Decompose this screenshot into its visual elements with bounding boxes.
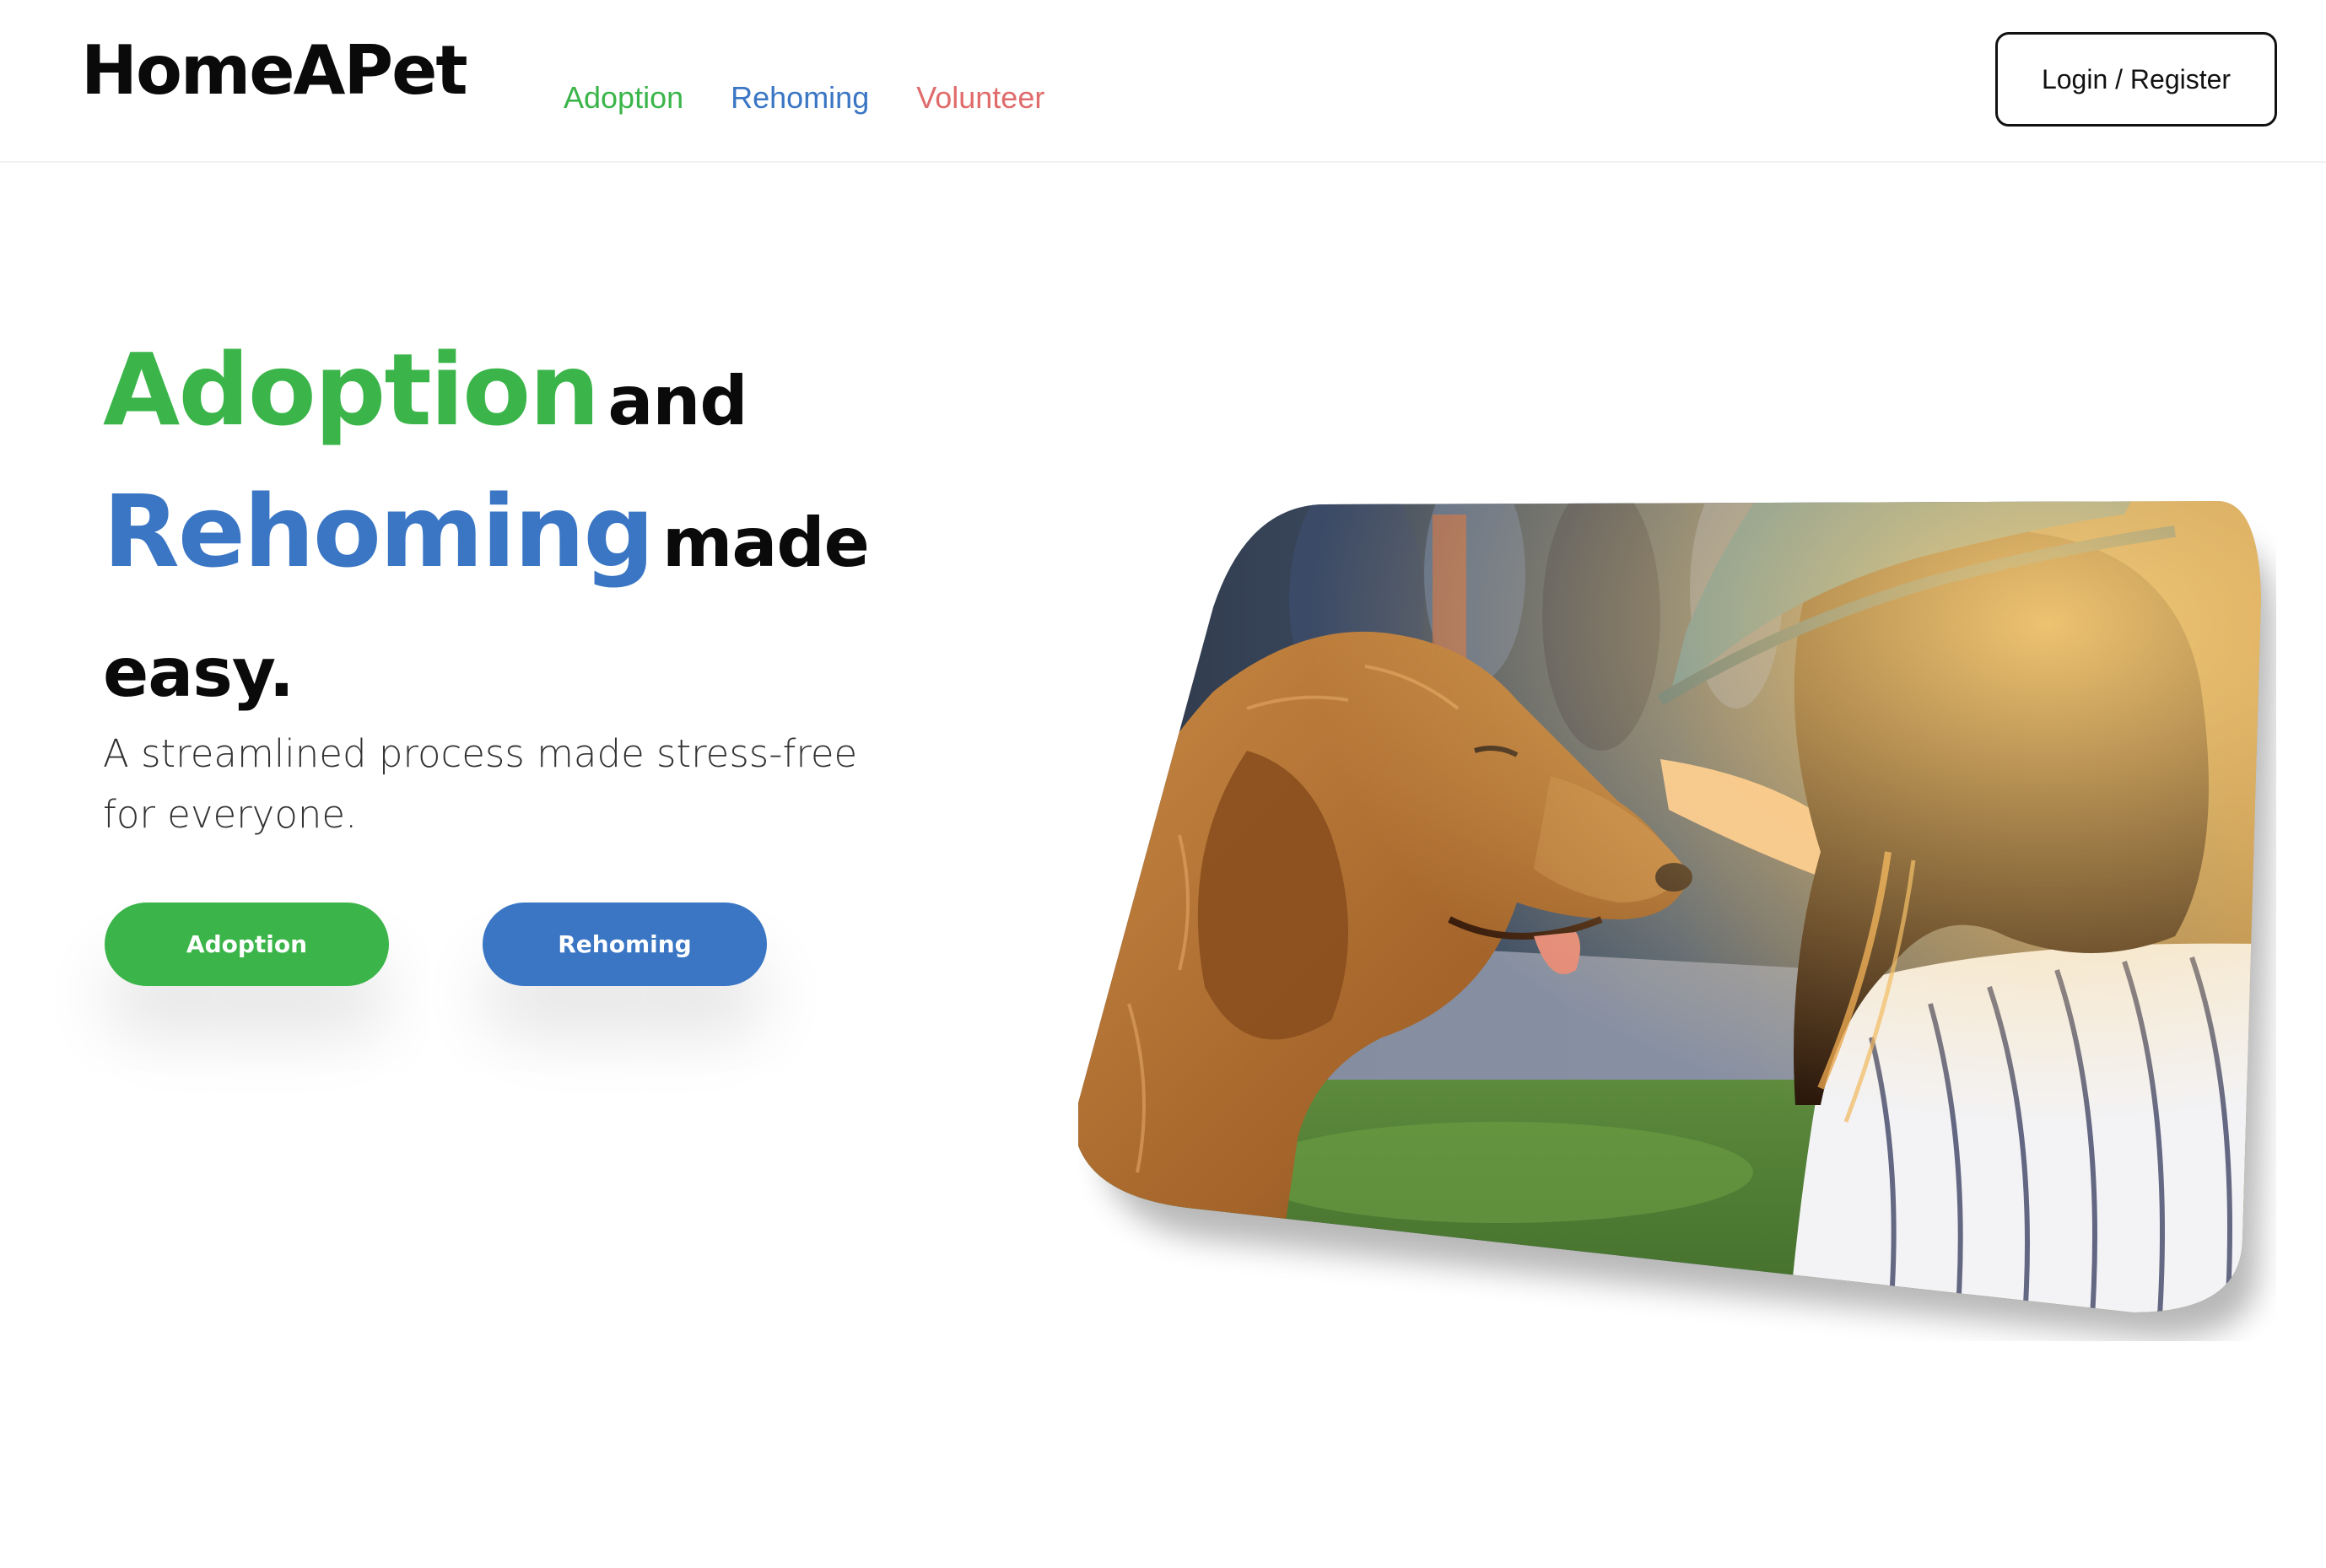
nav-link-volunteer[interactable]: Volunteer [916, 83, 1044, 113]
hero-title: Adoption and Rehoming made easy. [103, 319, 947, 744]
main-nav: Adoption Rehoming Volunteer [564, 83, 1044, 113]
hero-title-made: made [661, 504, 870, 582]
hero-subtitle: A streamlined process made stress-free f… [103, 731, 858, 837]
nav-link-rehoming[interactable]: Rehoming [731, 83, 869, 113]
hero-title-line-2: Rehoming made [103, 461, 947, 602]
hero-title-rehoming: Rehoming [103, 473, 655, 590]
hero-title-and: and [607, 362, 747, 440]
login-register-button[interactable]: Login / Register [1995, 32, 2277, 127]
rehoming-cta-button[interactable]: Rehoming [483, 903, 767, 986]
nav-link-adoption[interactable]: Adoption [564, 83, 683, 113]
hero-title-line-3: easy. [103, 602, 947, 744]
site-logo[interactable]: HomeAPet [81, 37, 468, 105]
hero-photo-dog-and-owner [1078, 498, 2276, 1341]
hero-title-adoption: Adoption [103, 331, 600, 448]
hero-title-line-1: Adoption and [103, 319, 947, 461]
hero-title-easy: easy. [103, 633, 294, 712]
adoption-cta-button[interactable]: Adoption [105, 903, 389, 986]
site-header: HomeAPet Adoption Rehoming Volunteer Log… [0, 0, 2326, 163]
